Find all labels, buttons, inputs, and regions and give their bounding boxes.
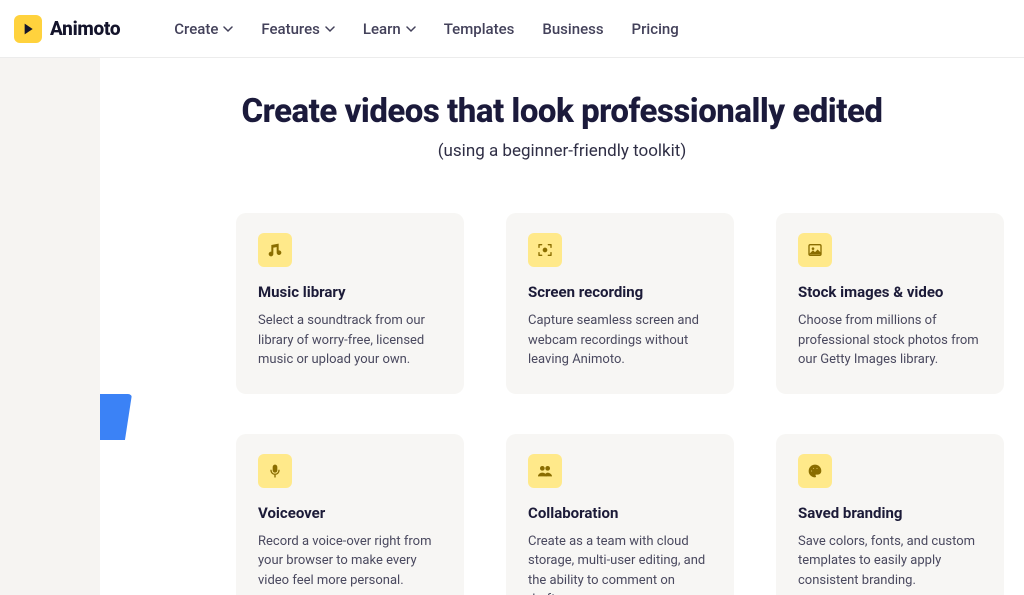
main-nav: Create Features Learn Templates Business… bbox=[174, 20, 679, 38]
nav-pricing[interactable]: Pricing bbox=[632, 20, 679, 38]
feature-desc: Save colors, fonts, and custom templates… bbox=[798, 532, 982, 591]
palette-icon bbox=[798, 454, 832, 488]
page-title: Create videos that look professionally e… bbox=[100, 92, 1024, 131]
music-icon bbox=[258, 233, 292, 267]
brand-name: Animoto bbox=[50, 17, 120, 40]
content-panel: Create videos that look professionally e… bbox=[100, 58, 1024, 595]
logo-mark-icon bbox=[14, 15, 42, 43]
nav-label: Pricing bbox=[632, 20, 679, 38]
chevron-down-icon bbox=[406, 24, 416, 34]
nav-learn[interactable]: Learn bbox=[363, 20, 416, 38]
nav-label: Create bbox=[174, 20, 218, 38]
feature-desc: Capture seamless screen and webcam recor… bbox=[528, 311, 712, 370]
people-icon bbox=[528, 454, 562, 488]
nav-label: Business bbox=[542, 20, 603, 38]
nav-create[interactable]: Create bbox=[174, 20, 233, 38]
feature-desc: Create as a team with cloud storage, mul… bbox=[528, 532, 712, 595]
nav-label: Features bbox=[261, 20, 319, 38]
page-subtitle: (using a beginner-friendly toolkit) bbox=[100, 141, 1024, 161]
feature-card-collaboration: Collaboration Create as a team with clou… bbox=[506, 434, 734, 595]
feature-title: Voiceover bbox=[258, 504, 442, 522]
feature-title: Screen recording bbox=[528, 283, 712, 301]
logo[interactable]: Animoto bbox=[14, 15, 120, 43]
feature-title: Stock images & video bbox=[798, 283, 982, 301]
nav-features[interactable]: Features bbox=[261, 20, 334, 38]
feature-title: Collaboration bbox=[528, 504, 712, 522]
nav-label: Learn bbox=[363, 20, 401, 38]
feature-title: Music library bbox=[258, 283, 442, 301]
feature-grid: Music library Select a soundtrack from o… bbox=[236, 213, 1024, 595]
chevron-down-icon bbox=[325, 24, 335, 34]
nav-label: Templates bbox=[444, 20, 515, 38]
feature-title: Saved branding bbox=[798, 504, 982, 522]
page-body: Create videos that look professionally e… bbox=[0, 58, 1024, 595]
screen-record-icon bbox=[528, 233, 562, 267]
mic-icon bbox=[258, 454, 292, 488]
feature-card-stock: Stock images & video Choose from million… bbox=[776, 213, 1004, 394]
feature-card-screen-recording: Screen recording Capture seamless screen… bbox=[506, 213, 734, 394]
nav-templates[interactable]: Templates bbox=[444, 20, 515, 38]
top-nav: Animoto Create Features Learn Templates … bbox=[0, 0, 1024, 58]
image-icon bbox=[798, 233, 832, 267]
feature-desc: Record a voice-over right from your brow… bbox=[258, 532, 442, 591]
feature-desc: Choose from millions of professional sto… bbox=[798, 311, 982, 370]
hero: Create videos that look professionally e… bbox=[100, 92, 1024, 161]
feature-card-music: Music library Select a soundtrack from o… bbox=[236, 213, 464, 394]
chevron-down-icon bbox=[223, 24, 233, 34]
feature-card-voiceover: Voiceover Record a voice-over right from… bbox=[236, 434, 464, 595]
feature-card-branding: Saved branding Save colors, fonts, and c… bbox=[776, 434, 1004, 595]
nav-business[interactable]: Business bbox=[542, 20, 603, 38]
feature-desc: Select a soundtrack from our library of … bbox=[258, 311, 442, 370]
